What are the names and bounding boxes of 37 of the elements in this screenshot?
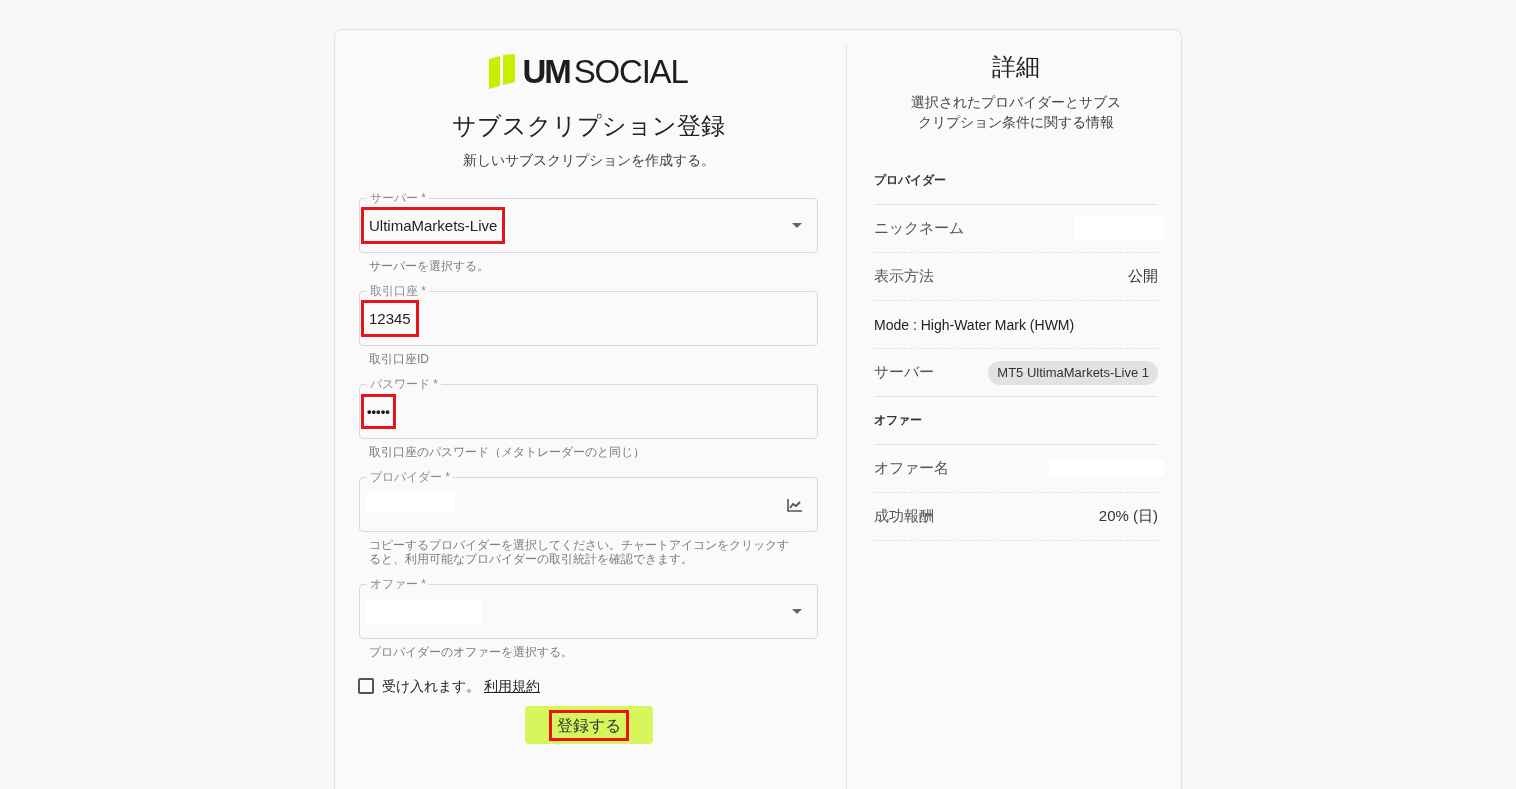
row-label: 表示方法 [874, 267, 934, 286]
field-value: UltimaMarkets-Live [361, 207, 506, 244]
field-label: プロバイダー * [367, 470, 453, 484]
field-value: ••••• [361, 394, 396, 429]
page-title: サブスクリプション登録 [451, 111, 726, 141]
helper-text: プロバイダーのオファーを選択する。 [368, 645, 574, 659]
field-label: オファー * [367, 577, 429, 591]
logo-icon [489, 54, 516, 89]
chart-icon[interactable] [787, 499, 802, 512]
helper-text: 取引口座ID [368, 352, 430, 366]
helper-text: サーバーを選択する。 [368, 259, 490, 273]
field-value: 12345 [361, 300, 419, 337]
row-label: ニックネーム [874, 219, 964, 238]
details-description: 選択されたプロバイダーとサブスクリプション条件に関する情報 [910, 93, 1122, 132]
section-heading: プロバイダー [874, 157, 1158, 205]
page-subtitle: 新しいサブスクリプションを作成する。 [461, 151, 716, 170]
checkbox[interactable] [358, 678, 374, 694]
caret-icon[interactable] [792, 609, 802, 614]
row-label: サーバー [874, 363, 934, 382]
row-label: 成功報酬 [874, 507, 934, 526]
terms-text: 受け入れます。 [382, 677, 480, 696]
terms-link[interactable]: 利用規約 [484, 676, 540, 696]
field-label: サーバー * [367, 191, 429, 205]
field-label: 取引口座 * [367, 284, 429, 298]
row-label: オファー名 [874, 459, 949, 478]
section-heading: オファー [874, 397, 1158, 445]
helper-text: コピーするプロバイダーを選択してください。チャートアイコンをクリックすると、利用可能なプロバイダーの取引統計を確認できます。 [368, 538, 790, 566]
server-chip: MT5 UltimaMarkets-Live 1 [988, 360, 1158, 385]
logo-text: UMSOCIAL [522, 54, 688, 89]
field-label: パスワード * [367, 377, 441, 391]
mode-text: Mode : High-Water Mark (HWM) [874, 316, 1075, 333]
submit-button[interactable]: 登録する [524, 706, 653, 744]
helper-text: 取引口座のパスワード（メタトレーダーのと同じ） [368, 445, 646, 459]
details-title: 詳細 [991, 52, 1041, 82]
row-value: 20% (日) [1098, 507, 1158, 526]
row-value: 公開 [1128, 267, 1158, 286]
caret-icon[interactable] [792, 223, 802, 228]
